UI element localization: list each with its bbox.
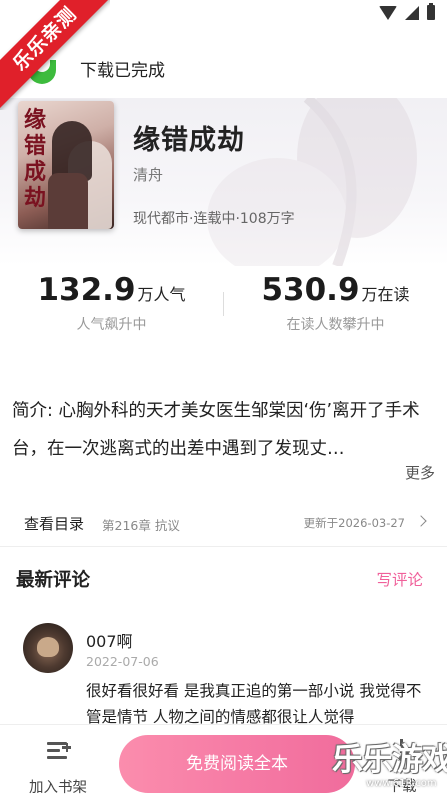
- book-title: 缘错成劫: [133, 125, 245, 156]
- wifi-icon: [379, 5, 397, 20]
- popularity-stat: 132.9 万人气 人气飙升中: [0, 272, 223, 334]
- site-watermark: 乐乐游戏 www.61R.com: [330, 734, 447, 798]
- book-cover[interactable]: 缘错成劫: [18, 101, 114, 229]
- corner-ribbon: 乐乐亲测: [0, 0, 110, 110]
- book-header: 缘错成劫 缘错成劫 清舟 现代都市·连载中·108万字: [0, 98, 447, 266]
- update-date: 更新于2026-03-27: [303, 516, 405, 530]
- section-divider: [0, 546, 447, 547]
- watermark-text: 乐乐游戏: [332, 742, 447, 778]
- reading-stat: 530.9 万在读 在读人数攀升中: [224, 272, 447, 334]
- comment-date: 2022-07-06: [86, 654, 159, 669]
- comment-item: 007啊 2022-07-06 很好看很好看 是我真正追的第一部小说 我觉得不管…: [0, 620, 447, 725]
- book-author[interactable]: 清舟: [133, 164, 163, 185]
- reading-value: 530.9: [261, 272, 360, 308]
- popularity-value: 132.9: [37, 272, 136, 308]
- popularity-unit: 万人气: [137, 285, 186, 304]
- status-icons: [379, 3, 435, 20]
- reading-label: 在读人数攀升中: [286, 317, 385, 333]
- add-to-shelf-button[interactable]: 加入书架: [20, 735, 96, 796]
- book-stats: 132.9 万人气 人气飙升中 530.9 万在读 在读人数攀升中: [0, 272, 447, 346]
- chevron-right-icon: [415, 515, 427, 527]
- write-comment-button[interactable]: 写评论: [376, 568, 423, 590]
- add-shelf-icon: [45, 739, 71, 763]
- popularity-label: 人气飙升中: [76, 317, 147, 333]
- avatar[interactable]: [23, 623, 73, 673]
- latest-chapter: 第216章 抗议: [102, 518, 180, 533]
- comment-text: 很好看很好看 是我真正追的第一部小说 我觉得不管是情节 人物之间的情感都很让人觉…: [86, 682, 422, 725]
- reading-unit: 万在读: [361, 285, 410, 304]
- cover-title: 缘错成劫: [24, 107, 47, 211]
- ribbon-text: 乐乐亲测: [0, 0, 110, 110]
- signal-icon: [405, 5, 419, 20]
- free-read-button[interactable]: 免费阅读全本: [119, 735, 355, 793]
- book-meta: 现代都市·连载中·108万字: [133, 211, 295, 227]
- book-intro[interactable]: 简介: 心胸外科的天才美女医生邹棠因‘伤’离开了手术台，在一次逃离式的出差中遇到…: [12, 392, 437, 468]
- catalog-label: 查看目录: [24, 515, 85, 533]
- battery-icon: [427, 3, 435, 20]
- watermark-url: www.61R.com: [366, 778, 437, 789]
- comment-username: 007啊: [86, 632, 133, 651]
- add-shelf-label: 加入书架: [29, 780, 87, 796]
- comments-title: 最新评论: [16, 570, 91, 591]
- catalog-row[interactable]: 查看目录 第216章 抗议 更新于2026-03-27: [0, 503, 447, 543]
- intro-more-link[interactable]: 更多: [405, 462, 435, 483]
